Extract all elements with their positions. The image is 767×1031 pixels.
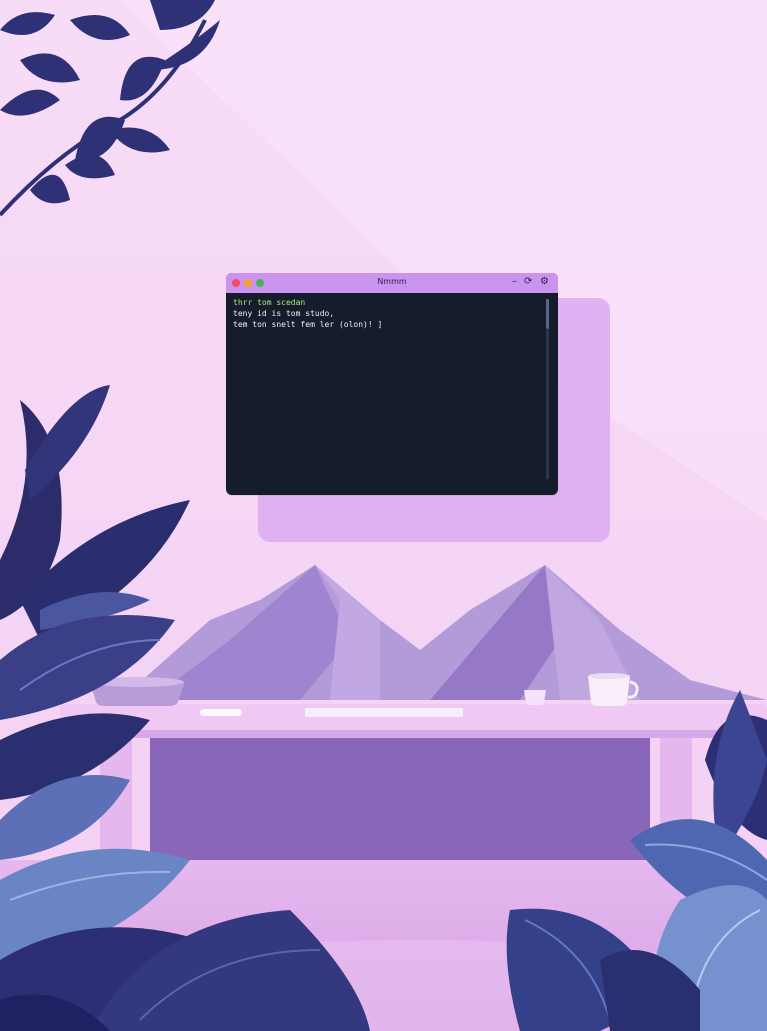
terminal-line: tem ton snelt fem ler (olon)! ] bbox=[233, 320, 383, 329]
window-title: Nmmm bbox=[377, 277, 407, 286]
gear-icon[interactable]: ⚙ bbox=[540, 276, 549, 288]
terminal-titlebar[interactable]: Nmmm – ⟳ ⚙ bbox=[226, 273, 558, 293]
terminal-output[interactable]: thrr tom scedan teny id is tom studo, te… bbox=[233, 297, 543, 487]
minus-icon[interactable]: – bbox=[512, 276, 517, 288]
mouse bbox=[200, 709, 242, 716]
terminal-scroll-thumb[interactable] bbox=[546, 299, 549, 329]
terminal-line: thrr tom scedan bbox=[233, 298, 306, 307]
small-cup bbox=[524, 690, 546, 705]
refresh-icon[interactable]: ⟳ bbox=[524, 276, 532, 288]
terminal-window[interactable]: Nmmm – ⟳ ⚙ thrr tom scedan teny id is to… bbox=[226, 273, 558, 495]
coffee-mug bbox=[588, 676, 630, 706]
keyboard bbox=[305, 708, 463, 717]
terminal-line: teny id is tom studo, bbox=[233, 309, 335, 318]
